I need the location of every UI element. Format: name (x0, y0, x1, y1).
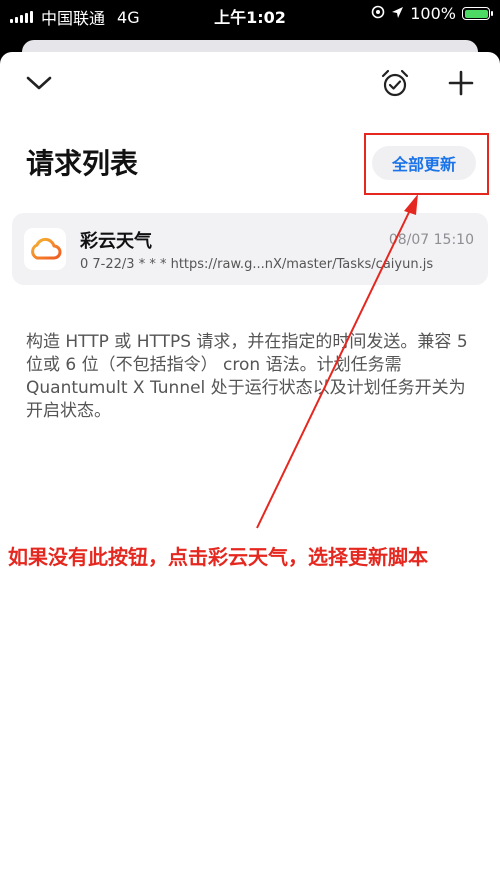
status-bar: 中国联通 4G 上午1:02 100% (0, 0, 500, 30)
task-name: 彩云天气 (80, 231, 152, 252)
alarm-clock-icon (381, 69, 409, 97)
collapse-button[interactable] (22, 66, 56, 100)
annotation-text: 如果没有此按钮，点击彩云天气，选择更新脚本 (8, 545, 428, 569)
battery-percent: 100% (410, 4, 456, 23)
page-title: 请求列表 (26, 147, 139, 180)
task-cron: 0 7-22/3 * * * https://raw.g...nX/master… (80, 257, 434, 272)
description-text: 构造 HTTP 或 HTTPS 请求，并在指定的时间发送。兼容 5 位或 6 位… (26, 332, 468, 421)
highlight-box (364, 133, 489, 195)
add-button[interactable] (444, 66, 478, 100)
task-card[interactable]: 彩云天气 08/07 15:10 0 7-22/3 * * * https://… (12, 213, 488, 285)
plus-icon (448, 70, 474, 96)
alarm-button[interactable] (378, 66, 412, 100)
cloud-icon (24, 228, 66, 270)
rotation-lock-icon (371, 4, 385, 23)
location-icon (391, 4, 404, 23)
task-time: 08/07 15:10 (388, 232, 474, 248)
chevron-down-icon (26, 76, 52, 90)
battery-icon (462, 7, 493, 20)
